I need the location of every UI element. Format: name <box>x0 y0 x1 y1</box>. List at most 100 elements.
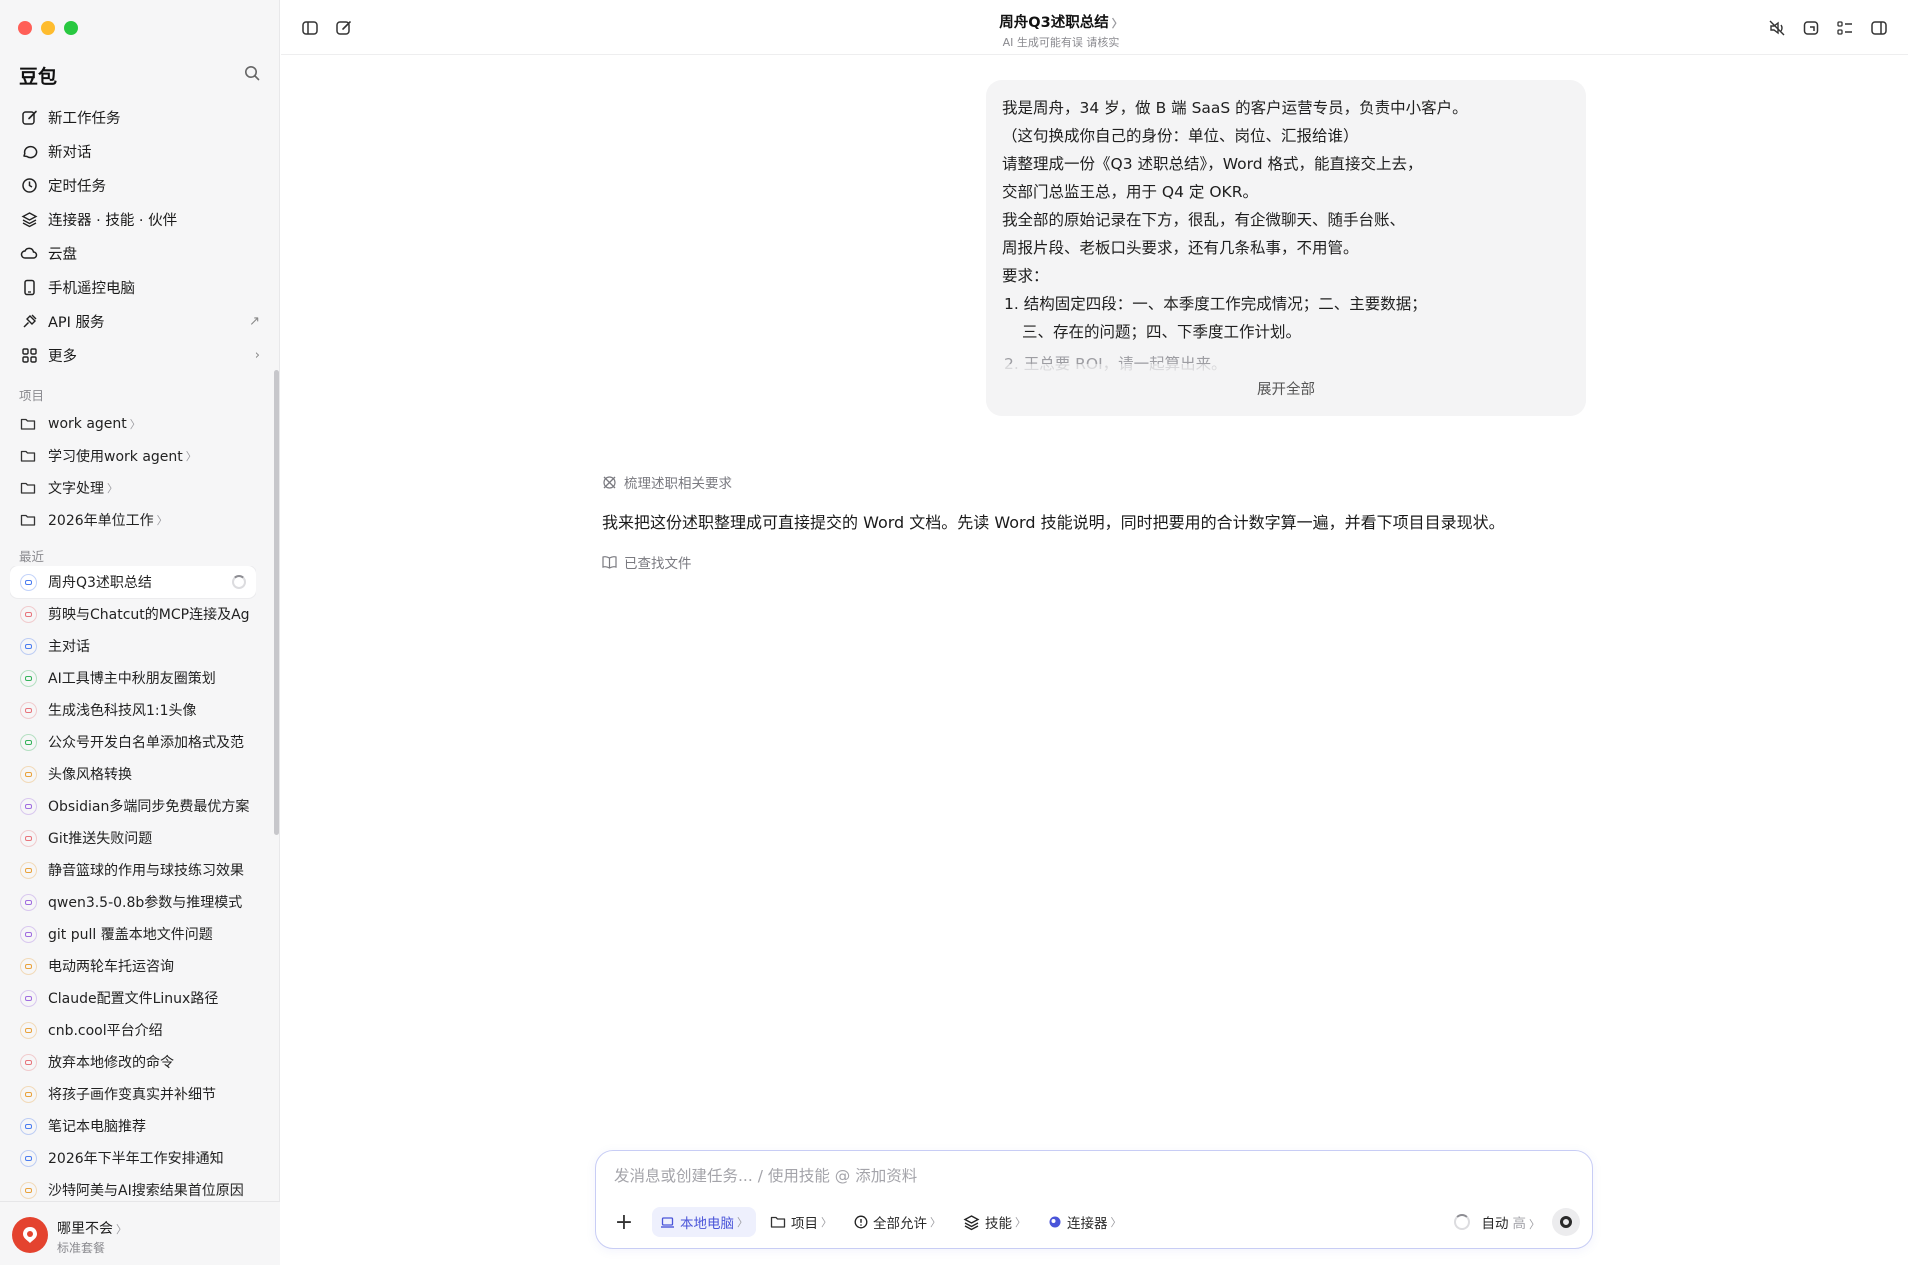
minimize-window-button[interactable] <box>41 21 55 35</box>
chat-type-icon <box>20 829 37 847</box>
folder-icon <box>770 1215 786 1229</box>
composer-right-tools: 自动高〉 <box>1453 1206 1580 1238</box>
project-item[interactable]: 文字处理〉 <box>10 472 270 504</box>
composer-tool-2[interactable]: 全部允许〉 <box>846 1207 949 1237</box>
recent-chat-item[interactable]: 将孩子画作变真实并补细节 <box>10 1078 256 1110</box>
search-icon[interactable] <box>244 65 260 85</box>
chevron-right-icon: 〉 <box>156 514 168 527</box>
project-item[interactable]: 学习使用work agent 〉 <box>10 440 270 472</box>
chat-type-icon <box>20 989 37 1007</box>
composer-tool-label: 技能 <box>985 1216 1012 1232</box>
recent-chat-item[interactable]: 笔记本电脑推荐 <box>10 1110 256 1142</box>
chat-type-icon <box>20 1053 37 1071</box>
nav-item[interactable]: API 服务 ↗ <box>10 304 270 338</box>
recent-chat-item[interactable]: 生成浅色科技风1:1头像 <box>10 694 256 726</box>
thinking-step[interactable]: 梳理述职相关要求 <box>602 470 1602 494</box>
project-item[interactable]: work agent 〉 <box>10 408 270 440</box>
share-icon[interactable] <box>1801 18 1821 38</box>
recent-chat-item[interactable]: cnb.cool平台介绍 <box>10 1014 256 1046</box>
message-line: 我是周舟，34 岁，做 B 端 SaaS 的客户运营专员，负责中小客户。 <box>1002 99 1468 117</box>
project-list: work agent 〉学习使用work agent 〉文字处理〉 2026年单位工作… <box>10 408 270 536</box>
recent-chat-item[interactable]: 电动两轮车托运咨询 <box>10 950 256 982</box>
book-icon <box>602 555 617 569</box>
composer-tool-1[interactable]: 项目〉 <box>762 1207 840 1237</box>
composer-tool-3[interactable]: 技能〉 <box>955 1207 1034 1237</box>
nav-item[interactable]: 定时任务 <box>10 168 270 202</box>
recent-chat-item[interactable]: 剪映与Chatcut的MCP连接及Ag <box>10 598 256 630</box>
message-line: （这句换成你自己的身份：单位、岗位、汇报给谁） <box>1002 127 1359 145</box>
chat-type-icon <box>20 765 37 783</box>
composer-tool-4[interactable]: 连接器〉 <box>1040 1207 1130 1237</box>
recent-chat-label: 周舟Q3述职总结 <box>48 575 152 591</box>
recent-chat-item[interactable]: Claude配置文件Linux路径 <box>10 982 256 1014</box>
recent-chat-item[interactable]: 主对话 <box>10 630 256 662</box>
nav-item-label: 更多 <box>48 348 77 365</box>
nav-item[interactable]: 更多 › <box>10 338 270 372</box>
sidebar-scrollbar[interactable] <box>274 370 279 835</box>
thinking-step-label: 梳理述职相关要求 <box>624 476 732 492</box>
message-line: 交部门总监王总，用于 Q4 定 OKR。 <box>1002 183 1258 201</box>
recent-chat-label: 放弃本地修改的命令 <box>48 1055 174 1071</box>
project-item-label: 2026年单位工作 <box>48 513 154 529</box>
chevron-right-icon: 〉 <box>930 1216 941 1229</box>
nav-item-label: API 服务 <box>48 314 105 331</box>
connector-icon <box>1048 1215 1062 1229</box>
recent-chat-label: 主对话 <box>48 639 90 655</box>
chevron-right-icon: 〉 <box>107 482 118 495</box>
nav-item[interactable]: 手机遥控电脑 <box>10 270 270 304</box>
composer-tool-0[interactable]: 本地电脑〉 <box>652 1207 756 1237</box>
add-attachment-button[interactable]: + <box>610 1208 638 1236</box>
composer-tool-label: 全部允许 <box>873 1216 927 1232</box>
recent-chat-item[interactable]: Obsidian多端同步免费最优方案 <box>10 790 256 822</box>
recent-chat-label: 电动两轮车托运咨询 <box>48 959 174 975</box>
nav-item-label: 云盘 <box>48 246 77 263</box>
recent-chat-item[interactable]: qwen3.5-0.8b参数与推理模式 <box>10 886 256 918</box>
sidebar: 豆包 新工作任务 新对话 定时任务 连接器 · 技能 · 伙伴 云盘 手机遥控电脑 API … <box>0 0 280 1265</box>
maximize-window-button[interactable] <box>64 21 78 35</box>
chat-type-icon <box>20 1117 37 1135</box>
chevron-right-icon: 〉 <box>129 418 141 431</box>
recent-chat-item[interactable]: 公众号开发白名单添加格式及范 <box>10 726 256 758</box>
recent-chat-label: 公众号开发白名单添加格式及范 <box>48 735 244 751</box>
recent-chat-label: 剪映与Chatcut的MCP连接及Ag <box>48 607 250 623</box>
close-window-button[interactable] <box>18 21 32 35</box>
loading-spinner-icon <box>232 575 246 589</box>
expand-message-button[interactable]: 展开全部 <box>986 364 1586 416</box>
toggle-panel-icon[interactable] <box>1869 18 1889 38</box>
mode-selector[interactable]: 自动高〉 <box>1482 1212 1541 1232</box>
recent-chat-label: 静音篮球的作用与球技练习效果 <box>48 863 244 879</box>
task-list-icon[interactable] <box>1835 18 1855 38</box>
nav-item-label: 定时任务 <box>48 178 106 195</box>
page-title[interactable]: 周舟Q3述职总结〉 <box>281 11 1841 32</box>
message-line: 请整理成一份《Q3 述职总结》，Word 格式，能直接交上去， <box>1002 155 1423 173</box>
recent-chat-label: 2026年下半年工作安排通知 <box>48 1151 224 1167</box>
recent-chat-item[interactable]: 头像风格转换 <box>10 758 256 790</box>
layers-icon <box>20 210 38 228</box>
nav-item[interactable]: 新对话 <box>10 134 270 168</box>
cloud-icon <box>20 244 38 262</box>
recent-chat-item[interactable]: 沙特阿美与AI搜索结果首位原因 <box>10 1174 256 1202</box>
nav-item-label: 手机遥控电脑 <box>48 280 135 297</box>
recent-chat-item[interactable]: 放弃本地修改的命令 <box>10 1046 256 1078</box>
chat-type-icon <box>20 925 37 943</box>
user-profile[interactable]: 哪里不会〉 标准套餐 <box>0 1201 280 1265</box>
chat-type-icon <box>20 1149 37 1167</box>
mute-icon[interactable] <box>1767 18 1787 38</box>
tool-step[interactable]: 已查找文件 <box>602 552 1602 572</box>
grid-icon <box>20 346 38 364</box>
recent-chat-item[interactable]: Git推送失败问题 <box>10 822 256 854</box>
recent-chat-item[interactable]: 周舟Q3述职总结 <box>10 566 256 598</box>
nav-item[interactable]: 云盘 <box>10 236 270 270</box>
recent-chat-item[interactable]: 静音篮球的作用与球技练习效果 <box>10 854 256 886</box>
nav-item[interactable]: 连接器 · 技能 · 伙伴 <box>10 202 270 236</box>
message-input[interactable] <box>614 1167 1564 1185</box>
message-list-item: 三、存在的问题；四、下季度工作计划。 <box>1022 323 1302 341</box>
recent-chat-item[interactable]: git pull 覆盖本地文件问题 <box>10 918 256 950</box>
recent-chat-item[interactable]: AI工具博主中秋朋友圈策划 <box>10 662 256 694</box>
recent-chat-item[interactable]: 2026年下半年工作安排通知 <box>10 1142 256 1174</box>
project-item[interactable]: 2026年单位工作〉 <box>10 504 270 536</box>
nav-item[interactable]: 新工作任务 <box>10 100 270 134</box>
stop-generation-button[interactable] <box>1552 1208 1580 1236</box>
nav-item-trail-icon: › <box>254 347 260 363</box>
chat-type-icon <box>20 861 37 879</box>
